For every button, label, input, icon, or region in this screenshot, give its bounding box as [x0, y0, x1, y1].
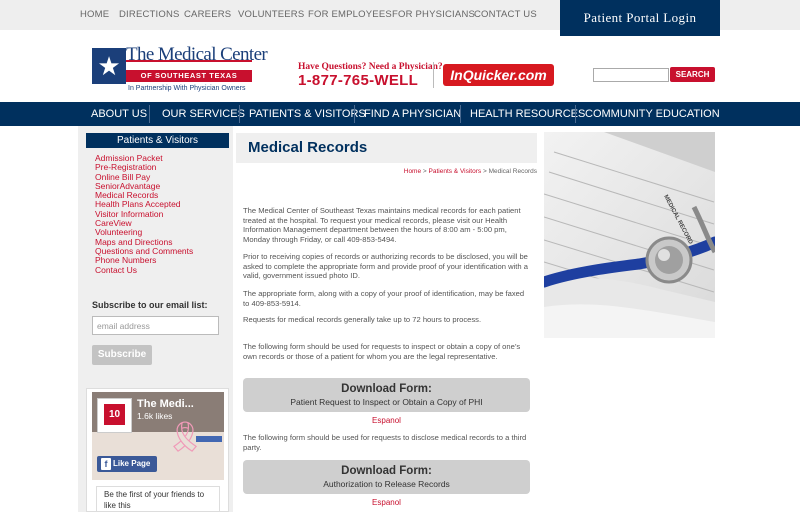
star-icon: ★	[97, 51, 121, 81]
espanol-link[interactable]: Espanol	[243, 498, 530, 507]
phone-number[interactable]: 1-877-765-WELL	[298, 72, 418, 89]
util-link-contact-us[interactable]: CONTACT US	[474, 9, 537, 20]
sidebar-links: Admission Packet Pre-Registration Online…	[95, 153, 193, 275]
subscribe-heading: Subscribe to our email list:	[92, 300, 208, 310]
content-paragraph: Prior to receiving copies of records or …	[243, 252, 528, 280]
util-link-careers[interactable]: CAREERS	[184, 9, 231, 20]
espanol-link[interactable]: Espanol	[243, 416, 530, 425]
nav-separator	[149, 105, 150, 123]
download-form-title: Download Form:	[341, 465, 432, 477]
util-link-home[interactable]: HOME	[80, 9, 109, 20]
facebook-friends-text: Be the first of your friends to like thi…	[104, 490, 205, 510]
facebook-likes: 1.6k likes	[137, 411, 173, 421]
email-field[interactable]	[92, 316, 219, 335]
content-paragraph: The appropriate form, along with a copy …	[243, 289, 525, 308]
download-form-phi-button[interactable]: Download Form: Patient Request to Inspec…	[243, 378, 530, 412]
download-form-subtitle: Authorization to Release Records	[323, 479, 450, 489]
facebook-icon: f	[101, 458, 111, 470]
stethoscope-illustration: MEDICAL RECORD	[544, 132, 715, 338]
breadcrumb-home[interactable]: Home	[404, 168, 421, 175]
nav-community-education[interactable]: COMMUNITY EDUCATION	[585, 102, 720, 126]
content-paragraph: Requests for medical records generally t…	[243, 315, 482, 324]
logo-title: The Medical Center	[126, 44, 268, 65]
nav-find-a-physician[interactable]: FIND A PHYSICIAN	[364, 102, 461, 126]
content-paragraph: The Medical Center of Southeast Texas ma…	[243, 206, 521, 244]
nav-about-us[interactable]: ABOUT US	[91, 102, 147, 126]
facebook-avatar-logo: 10	[104, 404, 125, 425]
sidebar-item-contact-us[interactable]: Contact Us	[95, 265, 193, 275]
search-button[interactable]: SEARCH	[670, 67, 715, 82]
facebook-share-icon[interactable]	[196, 436, 222, 442]
sidebar-heading: Patients & Visitors	[86, 133, 229, 148]
download-form-title: Download Form:	[341, 383, 432, 395]
nav-health-resources[interactable]: HEALTH RESOURCES	[470, 102, 585, 126]
breadcrumb-separator: >	[421, 168, 429, 175]
content-paragraph: The following form should be used for re…	[243, 342, 521, 361]
page-title: Medical Records	[248, 139, 368, 156]
breadcrumb-separator: >	[481, 168, 489, 175]
breadcrumb-current: Medical Records	[488, 168, 537, 175]
nav-our-services[interactable]: OUR SERVICES	[162, 102, 245, 126]
nav-patients-visitors[interactable]: PATIENTS & VISITORS	[249, 102, 366, 126]
logo-subtitle: OF SOUTHEAST TEXAS	[126, 70, 252, 82]
util-link-directions[interactable]: DIRECTIONS	[119, 9, 180, 20]
download-form-subtitle: Patient Request to Inspect or Obtain a C…	[290, 397, 483, 407]
nav-separator	[354, 105, 355, 123]
nav-separator	[460, 105, 461, 123]
nav-separator	[239, 105, 240, 123]
patient-portal-login-button[interactable]: Patient Portal Login	[560, 0, 720, 36]
content-paragraph: The following form should be used for re…	[243, 433, 527, 452]
breadcrumb: Home > Patients & Visitors > Medical Rec…	[320, 168, 537, 175]
search-input[interactable]	[593, 68, 669, 82]
subscribe-button[interactable]: Subscribe	[92, 345, 152, 365]
nav-separator	[575, 105, 576, 123]
breadcrumb-section[interactable]: Patients & Visitors	[429, 168, 482, 175]
util-link-for-employees[interactable]: FOR EMPLOYEES	[308, 9, 392, 20]
util-link-volunteers[interactable]: VOLUNTEERS	[238, 9, 304, 20]
inquicker-button[interactable]: InQuicker.com	[443, 64, 554, 86]
facebook-page-name[interactable]: The Medi...	[137, 398, 194, 410]
logo-tagline: In Partnership With Physician Owners	[128, 85, 246, 92]
download-form-authorization-button[interactable]: Download Form: Authorization to Release …	[243, 460, 530, 494]
divider	[433, 62, 434, 88]
portal-label: Patient Portal Login	[583, 10, 697, 25]
question-text: Have Questions? Need a Physician?	[298, 62, 443, 72]
util-link-for-physicians[interactable]: FOR PHYSICIANS	[392, 9, 475, 20]
stethoscope-photo: MEDICAL RECORD	[544, 132, 715, 338]
